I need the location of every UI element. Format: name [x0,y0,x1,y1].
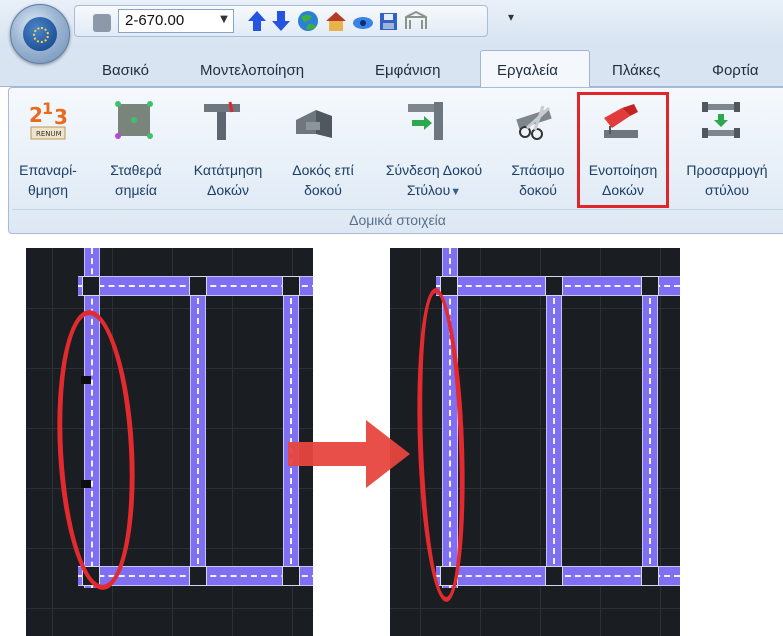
globe-icon[interactable] [298,11,318,31]
tab-slabs[interactable]: Πλάκες [612,58,660,84]
frame-icon[interactable] [405,10,427,29]
column-adjust-icon[interactable] [700,100,742,142]
renumber-button[interactable]: Επαναρί- θμηση [0,160,96,200]
fixed-points-label-1: Σταθερά [110,162,162,178]
beam [190,278,206,584]
tab-loads[interactable]: Φορτία [712,58,759,84]
chevron-down-icon[interactable]: ▼ [217,12,231,28]
group-label: Δομικά στοιχεία [349,212,446,228]
beam [546,278,562,584]
arrow-down-icon[interactable] [272,11,290,31]
node [189,566,207,586]
beam-break-icon[interactable] [513,100,555,142]
highlight-box [577,92,669,208]
beam-break-label-1: Σπάσιμο [511,162,565,178]
customize-toolbar-button[interactable]: ▾ [508,10,514,24]
app-logo-icon [23,17,57,51]
node [641,276,659,296]
fixed-points-label-2: σημεία [115,182,157,198]
beam [642,278,658,584]
column-adjust-label-1: Προσαρμογή [686,162,768,178]
after-canvas [390,248,680,636]
beam-column-connection-label-2: Στύλου [406,182,451,198]
print-icon[interactable] [93,14,111,32]
node [189,276,207,296]
beam-on-beam-button[interactable]: Δοκός επί δοκού [280,160,366,200]
renumber-icon[interactable]: 2 1 3 RENUM [27,100,69,142]
beam-on-beam-label-2: δοκού [304,182,342,198]
beam-break-button[interactable]: Σπάσιμο δοκού [500,160,576,200]
beam-split-button[interactable]: Κατάτμηση Δοκών [176,160,280,200]
eye-icon[interactable] [353,17,373,29]
beam-column-connection-icon[interactable] [404,100,446,142]
node [545,276,563,296]
fixed-points-icon[interactable] [112,100,154,142]
beam-on-beam-label-1: Δοκός επί [292,162,354,178]
node [641,566,659,586]
dropdown-arrow-icon[interactable]: ▼ [450,186,461,198]
svg-text:3: 3 [54,105,68,129]
beam-split-label-2: Δοκών [207,182,249,198]
node [82,276,100,296]
beam-column-connection-label-1: Σύνδεση Δοκού [385,162,483,178]
renumber-label-2: θμηση [27,182,69,198]
beam-split-label-1: Κατάτμηση [193,162,263,178]
save-icon[interactable] [380,13,397,30]
fixed-points-button[interactable]: Σταθερά σημεία [96,160,176,200]
beam-split-icon[interactable] [200,100,242,142]
node [282,276,300,296]
node [282,566,300,586]
tab-basic[interactable]: Βασικό [102,58,149,84]
column-adjust-label-2: στύλου [704,182,750,198]
svg-text:RENUM: RENUM [36,130,62,138]
house-icon[interactable] [326,12,346,31]
level-combo[interactable]: 2-670.00 ▼ [118,9,234,33]
svg-text:2: 2 [29,103,43,127]
tab-view[interactable]: Εμφάνιση [375,58,440,84]
highlight-ellipse [412,287,470,603]
beam-column-connection-button[interactable]: Σύνδεση Δοκού Στύλου▼ [366,160,502,202]
beam-break-label-2: δοκού [519,182,557,198]
before-canvas [26,248,313,636]
application-button[interactable] [10,4,70,64]
beam-on-beam-icon[interactable] [292,100,334,142]
arrow-up-icon[interactable] [248,11,266,31]
node [440,276,458,296]
quick-access-icons [248,10,427,31]
svg-text:1: 1 [42,100,53,118]
column-adjust-button[interactable]: Προσαρμογή στύλου [671,160,783,200]
highlight-ellipse [50,308,142,592]
arrow-right-icon [288,420,410,488]
tab-tools[interactable]: Εργαλεία [497,58,558,84]
renumber-label-1: Επαναρί- [19,162,77,178]
node [545,566,563,586]
tab-modeling[interactable]: Μοντελοποίηση [200,58,304,84]
level-combo-value: 2-670.00 [125,12,185,29]
